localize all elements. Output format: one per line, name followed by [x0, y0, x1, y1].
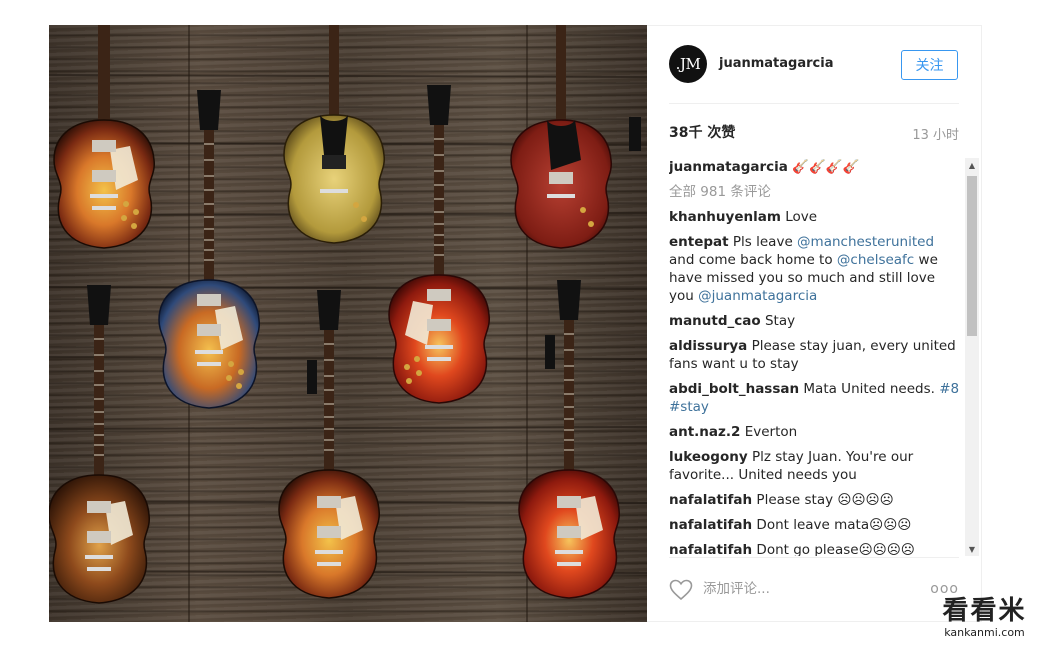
comment-item: aldissurya Please stay juan, every unite…	[669, 337, 961, 373]
comment-username[interactable]: entepat	[669, 234, 729, 250]
comment-text: Everton	[744, 424, 798, 440]
avatar[interactable]: .JM	[669, 45, 707, 83]
comment-item: nafalatifah Please stay ☹☹☹☹	[669, 491, 961, 509]
comments-list: juanmatagarcia 🎸🎸🎸🎸 全部 981 条评论 khanhuyen…	[669, 158, 961, 556]
comment-username[interactable]: abdi_bolt_hassan	[669, 381, 799, 397]
likes-row: 38千 次赞 13 小时	[669, 122, 959, 143]
comment-text: Pls leave	[732, 234, 798, 250]
triangle-down-icon[interactable]: ▼	[965, 542, 979, 556]
comment-username[interactable]: juanmatagarcia	[669, 159, 788, 175]
watermark-url: kankanmi.com	[944, 626, 1025, 639]
comment-username[interactable]: nafalatifah	[669, 542, 752, 556]
comment-username[interactable]: manutd_cao	[669, 313, 761, 329]
hashtag-link[interactable]: #stay	[669, 399, 709, 415]
post-time[interactable]: 13 小时	[912, 124, 959, 143]
comment-text: Please stay ☹☹☹☹	[756, 492, 894, 508]
comment-text: and come back home to	[669, 252, 837, 268]
comment-username[interactable]: aldissurya	[669, 338, 747, 354]
comment-item: khanhuyenlam Love	[669, 208, 961, 226]
comment-text: Dont leave mata☹☹☹	[756, 517, 912, 533]
follow-button[interactable]: 关注	[901, 50, 958, 80]
caption-text: 🎸🎸🎸🎸	[792, 159, 860, 175]
comment-item: nafalatifah Dont leave mata☹☹☹	[669, 516, 961, 534]
comment-username[interactable]: ant.naz.2	[669, 424, 740, 440]
comment-footer: ooo	[669, 557, 959, 611]
caption: juanmatagarcia 🎸🎸🎸🎸	[669, 158, 961, 176]
comment-item: nafalatifah Dont go please☹☹☹☹	[669, 541, 961, 556]
watermark-logo: 看看米	[942, 596, 1027, 626]
comment-item: ant.naz.2 Everton	[669, 423, 961, 441]
guitar-wall-image	[49, 25, 647, 622]
comment-text: Mata United needs.	[803, 381, 935, 397]
comment-username[interactable]: lukeogony	[669, 449, 748, 465]
mention-link[interactable]: @manchesterunited	[797, 234, 934, 250]
post-header: .JM juanmatagarcia 关注	[669, 26, 959, 104]
mention-link[interactable]: @juanmatagarcia	[698, 288, 817, 304]
view-all-comments-link[interactable]: 全部 981 条评论	[669, 183, 961, 201]
watermark: 看看米 kankanmi.com	[932, 596, 1037, 648]
comment-text: Stay	[764, 313, 796, 329]
likes-count[interactable]: 38千 次赞	[669, 122, 735, 142]
scrollbar-thumb[interactable]	[967, 176, 977, 336]
ellipsis-icon[interactable]: ooo	[930, 581, 959, 597]
post-photo[interactable]	[49, 25, 647, 622]
add-comment-input[interactable]	[703, 579, 903, 599]
divider	[669, 557, 959, 558]
comment-text: Love	[785, 209, 818, 225]
comment-username[interactable]: nafalatifah	[669, 492, 752, 508]
comment-username[interactable]: nafalatifah	[669, 517, 752, 533]
mention-link[interactable]: @chelseafc	[837, 252, 914, 268]
comment-item: entepat Pls leave @manchesterunited and …	[669, 233, 961, 305]
comment-username[interactable]: khanhuyenlam	[669, 209, 781, 225]
username-link[interactable]: juanmatagarcia	[719, 56, 833, 71]
hashtag-link[interactable]: #8	[939, 381, 959, 397]
post-side-panel: .JM juanmatagarcia 关注 38千 次赞 13 小时 juanm…	[647, 25, 982, 622]
heart-outline-icon[interactable]	[669, 579, 693, 601]
comments-scrollbar[interactable]: ▲ ▼	[965, 158, 979, 556]
comment-item: manutd_cao Stay	[669, 312, 961, 330]
triangle-up-icon[interactable]: ▲	[965, 158, 979, 172]
comment-item: abdi_bolt_hassan Mata United needs. #8 #…	[669, 380, 961, 416]
comment-text: Dont go please☹☹☹☹	[756, 542, 915, 556]
comment-item: lukeogony Plz stay Juan. You're our favo…	[669, 448, 961, 484]
